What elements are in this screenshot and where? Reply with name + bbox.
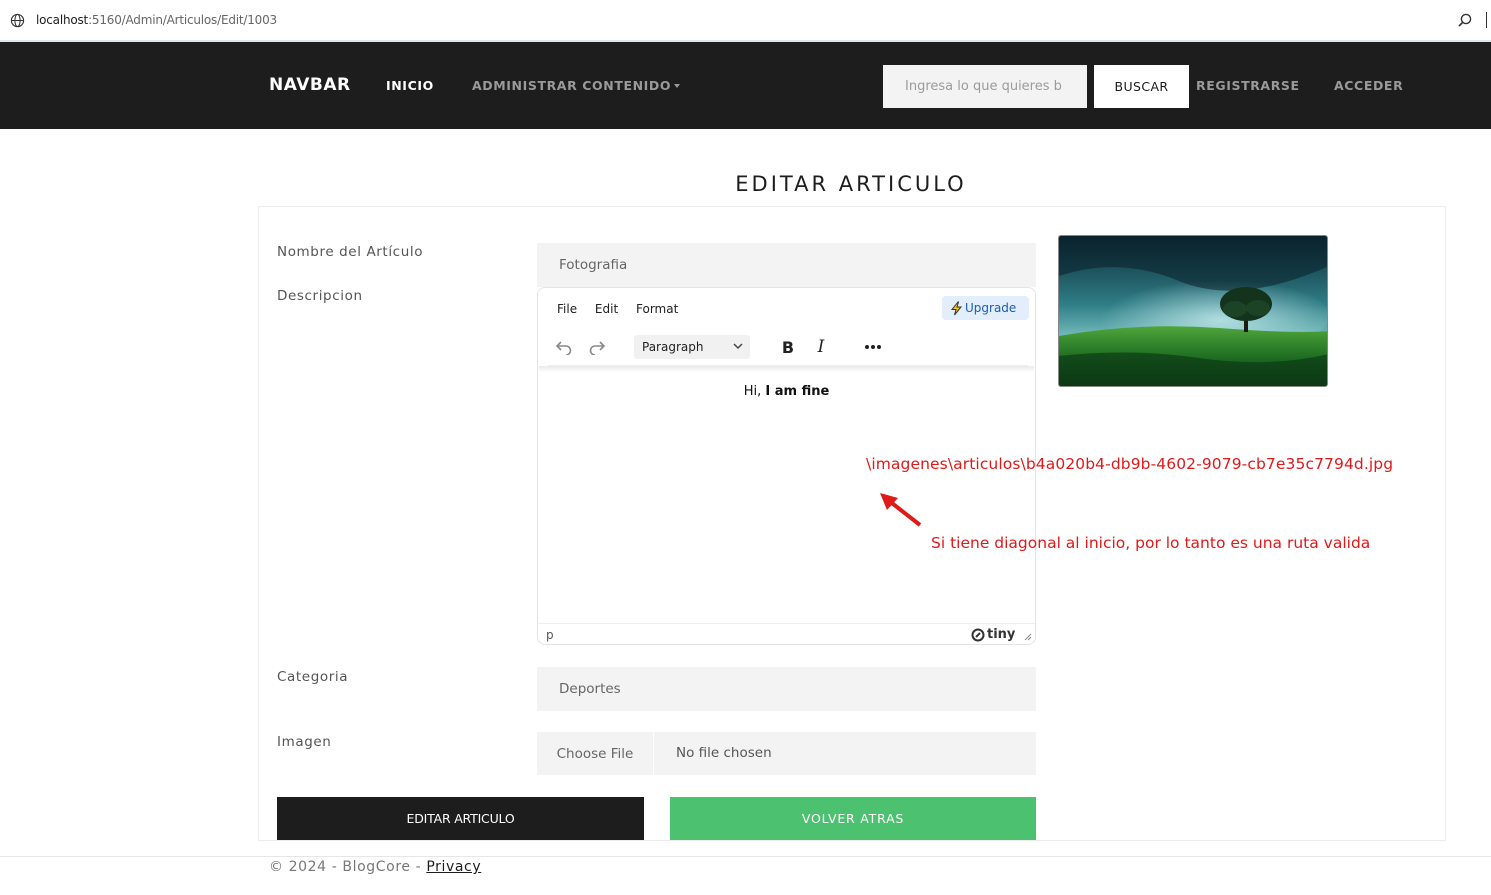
footer-divider xyxy=(0,856,1491,857)
annotation-note: Si tiene diagonal al inicio, por lo tant… xyxy=(931,534,1371,552)
nav-link-acceder[interactable]: ACCEDER xyxy=(1334,78,1403,93)
bold-icon[interactable]: B xyxy=(775,335,801,359)
block-format-select[interactable]: Paragraph xyxy=(634,335,750,359)
upgrade-label: Upgrade xyxy=(965,301,1017,315)
page-title: EDITAR ARTICULO xyxy=(735,172,967,196)
block-format-value: Paragraph xyxy=(642,340,704,354)
editor-content-area[interactable]: Hi, I am fine xyxy=(539,372,1034,622)
undo-icon[interactable] xyxy=(551,335,577,359)
footer-text: © 2024 - BlogCore - xyxy=(269,859,427,875)
element-path[interactable]: p xyxy=(546,628,554,642)
nav-link-registrarse[interactable]: REGISTRARSE xyxy=(1196,78,1300,93)
file-input: Choose File No file chosen xyxy=(537,732,1036,775)
search-button[interactable]: BUSCAR xyxy=(1094,65,1189,108)
content-bold: I am fine xyxy=(765,384,830,399)
globe-icon xyxy=(10,13,25,28)
privacy-link[interactable]: Privacy xyxy=(426,859,481,875)
nav-link-inicio[interactable]: INICIO xyxy=(386,78,434,93)
nombre-input[interactable]: Fotografia xyxy=(537,243,1036,287)
menu-file[interactable]: File xyxy=(557,302,577,316)
red-arrow-icon xyxy=(880,493,922,527)
url-field[interactable]: localhost:5160/Admin/Articulos/Edit/1003 xyxy=(36,13,277,27)
browser-address-bar: localhost:5160/Admin/Articulos/Edit/1003 xyxy=(0,0,1491,42)
redo-icon[interactable] xyxy=(584,335,610,359)
editor-menubar: File Edit Format xyxy=(557,302,692,316)
menu-format[interactable]: Format xyxy=(636,302,678,316)
lightning-icon xyxy=(950,301,963,315)
upgrade-button[interactable]: Upgrade xyxy=(942,296,1029,320)
zoom-icon[interactable] xyxy=(1457,12,1473,28)
nav-dropdown-label: ADMINISTRAR CONTENIDO xyxy=(472,78,672,93)
caret-down-icon xyxy=(674,83,681,88)
choose-file-button[interactable]: Choose File xyxy=(537,732,654,775)
article-image-preview xyxy=(1058,235,1328,387)
search-input[interactable] xyxy=(883,65,1087,108)
url-path: :5160/Admin/Articulos/Edit/1003 xyxy=(88,13,277,27)
menu-edit[interactable]: Edit xyxy=(595,302,618,316)
tiny-logo-icon xyxy=(971,628,985,641)
url-host: localhost xyxy=(36,13,89,27)
resize-grip-icon[interactable] xyxy=(1024,633,1032,641)
window-edge xyxy=(1486,12,1491,28)
chevron-down-icon xyxy=(733,343,743,350)
tiny-logo[interactable]: tiny xyxy=(971,627,1015,642)
landscape-tree-image xyxy=(1059,236,1327,386)
back-button[interactable]: VOLVER ATRAS xyxy=(670,797,1036,840)
file-status: No file chosen xyxy=(676,745,772,761)
categoria-label: Categoria xyxy=(277,669,349,685)
italic-icon[interactable]: I xyxy=(808,335,834,359)
navbar: NAVBAR INICIO ADMINISTRAR CONTENIDO BUSC… xyxy=(0,42,1491,129)
nombre-label: Nombre del Artículo xyxy=(277,244,424,260)
editor-toolbar: Paragraph B I xyxy=(548,330,1028,366)
more-icon[interactable] xyxy=(860,335,886,359)
submit-edit-button[interactable]: EDITAR ARTICULO xyxy=(277,797,644,840)
imagen-label: Imagen xyxy=(277,734,332,750)
categoria-value: Deportes xyxy=(559,681,621,697)
navbar-brand[interactable]: NAVBAR xyxy=(269,75,351,95)
editor-paragraph: Hi, I am fine xyxy=(539,384,1034,399)
nombre-value: Fotografia xyxy=(559,257,628,273)
editor-statusbar: p tiny xyxy=(538,623,1035,645)
tiny-logo-text: tiny xyxy=(987,627,1016,642)
footer: © 2024 - BlogCore - Privacy xyxy=(269,859,481,875)
descripcion-label: Descripcion xyxy=(277,288,363,304)
categoria-select[interactable]: Deportes xyxy=(537,667,1036,711)
annotation-path: \imagenes\articulos\b4a020b4-db9b-4602-9… xyxy=(866,455,1394,473)
content-plain: Hi, xyxy=(743,384,766,399)
nav-dropdown-administrar[interactable]: ADMINISTRAR CONTENIDO xyxy=(472,78,681,93)
